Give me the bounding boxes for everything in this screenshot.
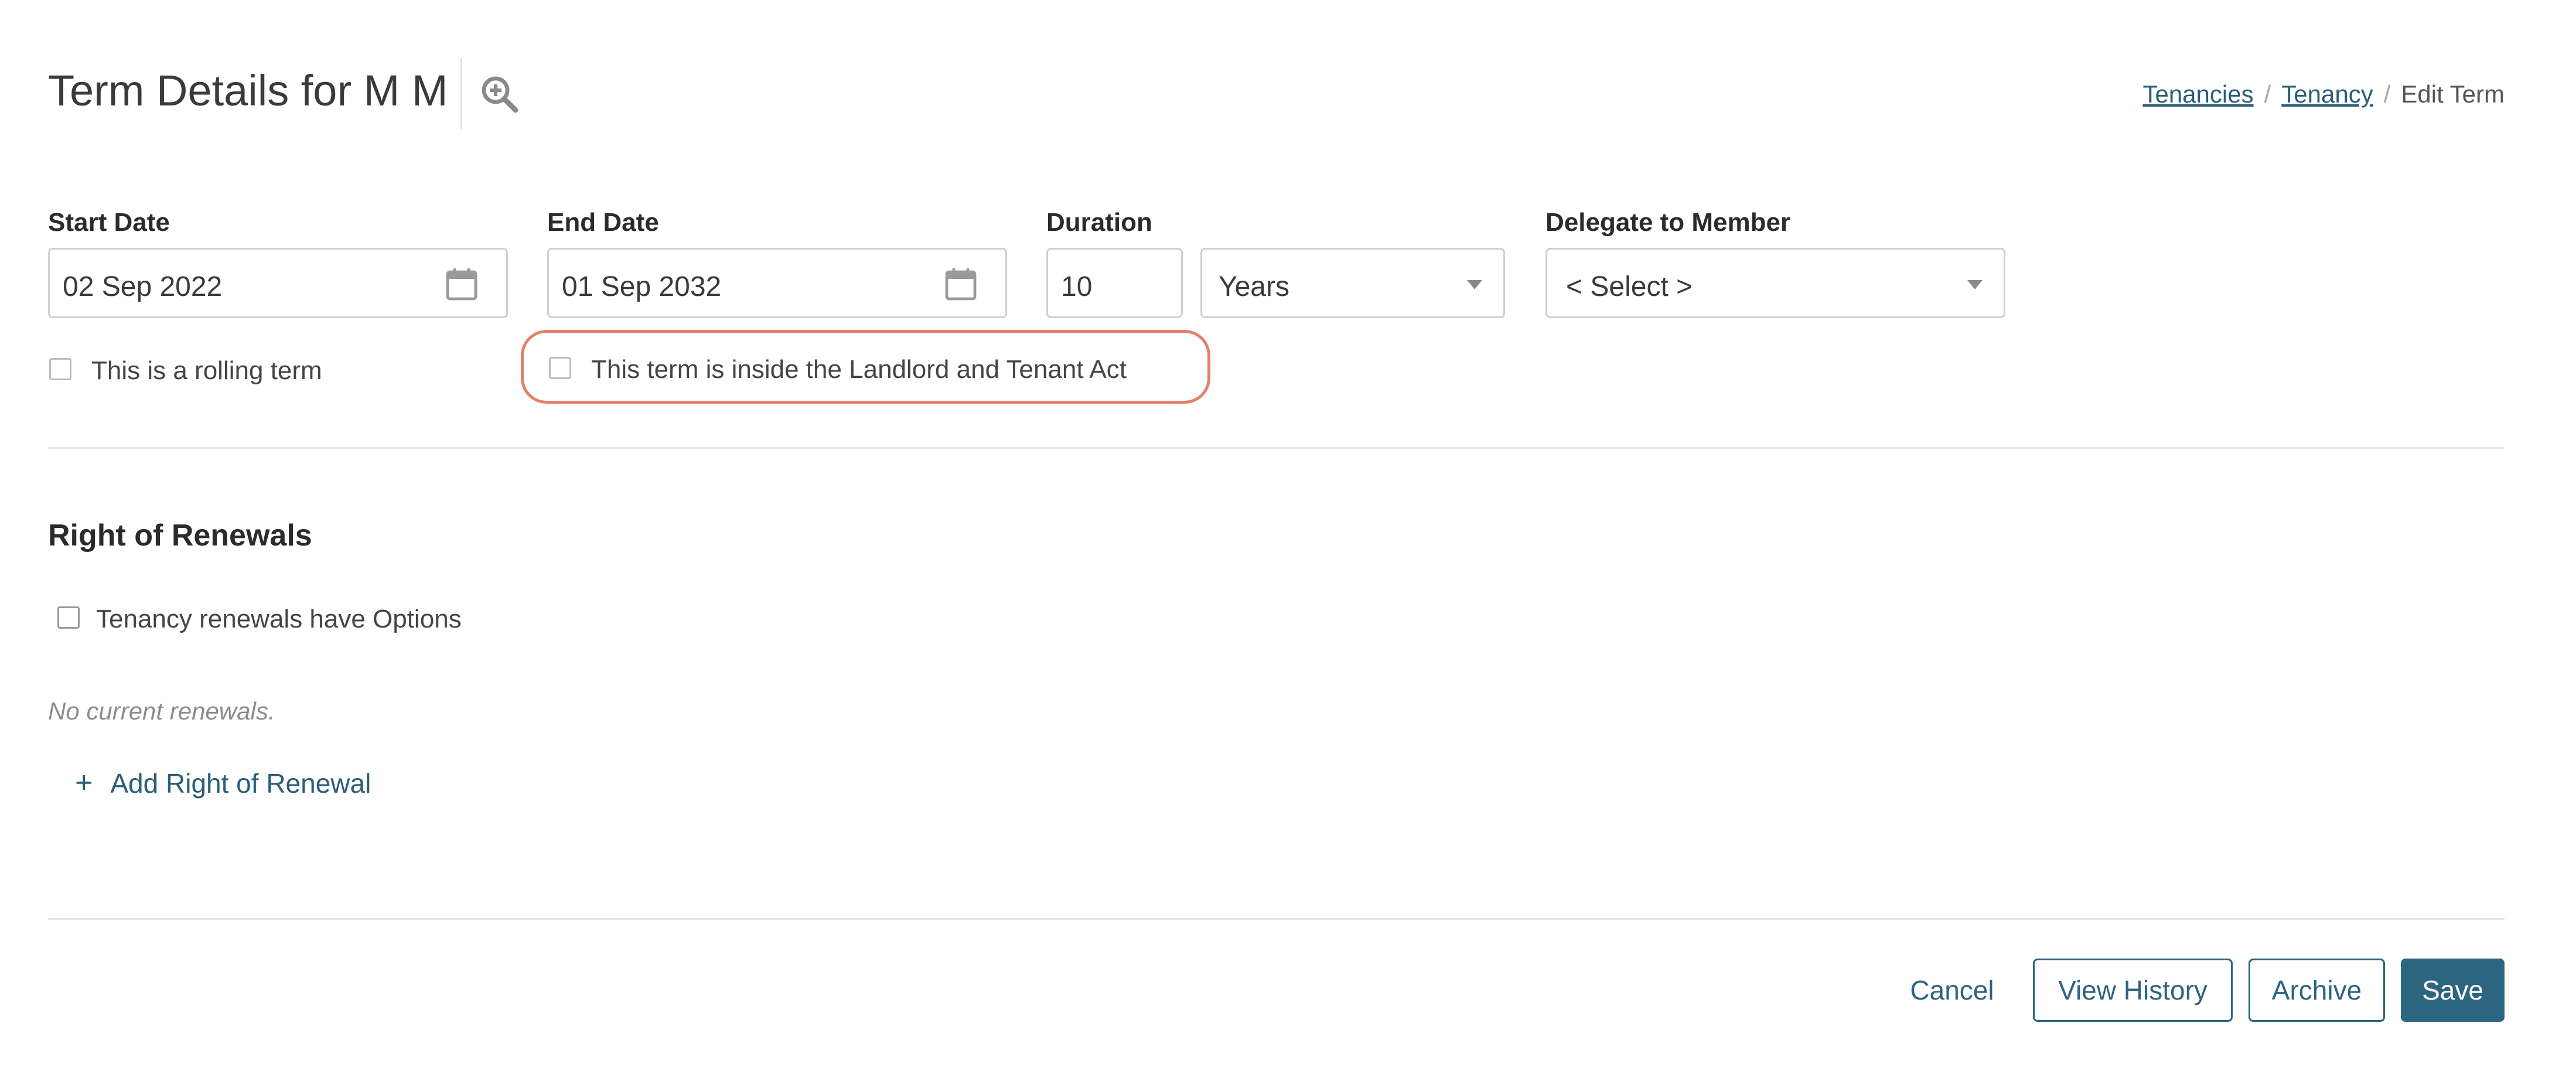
breadcrumb-current: Edit Term [2401, 80, 2505, 108]
breadcrumb-separator: / [2383, 80, 2391, 108]
delegate-select[interactable]: < Select > [1545, 248, 2005, 318]
duration-unit-select[interactable]: Years [1200, 248, 1505, 318]
renewals-title: Right of Renewals [48, 519, 312, 553]
add-right-of-renewal-button[interactable]: + Add Right of Renewal [75, 765, 371, 800]
duration-unit-value: Years [1219, 271, 1289, 302]
start-date-value: 02 Sep 2022 [63, 271, 223, 302]
zoom-in-icon[interactable] [479, 74, 521, 116]
renewal-options-checkbox[interactable] [57, 606, 80, 629]
end-date-input[interactable]: 01 Sep 2032 [547, 248, 1007, 318]
plus-icon: + [75, 766, 93, 800]
breadcrumb-tenancy-link[interactable]: Tenancy [2281, 80, 2373, 108]
view-history-button[interactable]: View History [2033, 959, 2233, 1022]
breadcrumb-separator: / [2264, 80, 2271, 108]
cancel-button[interactable]: Cancel [1899, 959, 2005, 1022]
add-right-of-renewal-label: Add Right of Renewal [110, 768, 371, 799]
breadcrumb: Tenancies / Tenancy / Edit Term [2142, 80, 2505, 108]
chevron-down-icon [1967, 280, 1983, 289]
end-date-value: 01 Sep 2032 [562, 271, 722, 302]
landlord-tenant-act-label[interactable]: This term is inside the Landlord and Ten… [591, 355, 1127, 384]
save-button[interactable]: Save [2401, 959, 2505, 1022]
duration-input[interactable]: 10 [1046, 248, 1183, 318]
duration-value: 10 [1061, 271, 1093, 302]
calendar-icon[interactable] [944, 267, 977, 301]
delegate-value: < Select > [1566, 271, 1693, 302]
calendar-icon[interactable] [445, 267, 478, 301]
archive-button[interactable]: Archive [2249, 959, 2385, 1022]
start-date-label: Start Date [48, 208, 170, 237]
chevron-down-icon [1467, 280, 1482, 289]
renewal-options-label[interactable]: Tenancy renewals have Options [96, 605, 462, 634]
rolling-term-checkbox[interactable] [49, 358, 71, 380]
landlord-tenant-act-checkbox[interactable] [549, 357, 571, 379]
page-title: Term Details for M M [48, 66, 448, 115]
empty-renewals-text: No current renewals. [48, 697, 275, 725]
footer-divider [48, 918, 2505, 920]
rolling-term-label[interactable]: This is a rolling term [91, 356, 322, 386]
duration-label: Duration [1046, 208, 1152, 237]
title-divider [460, 57, 462, 129]
breadcrumb-tenancies-link[interactable]: Tenancies [2142, 80, 2253, 108]
section-divider [48, 447, 2505, 449]
end-date-label: End Date [547, 208, 659, 237]
delegate-label: Delegate to Member [1545, 208, 1791, 237]
start-date-input[interactable]: 02 Sep 2022 [48, 248, 508, 318]
